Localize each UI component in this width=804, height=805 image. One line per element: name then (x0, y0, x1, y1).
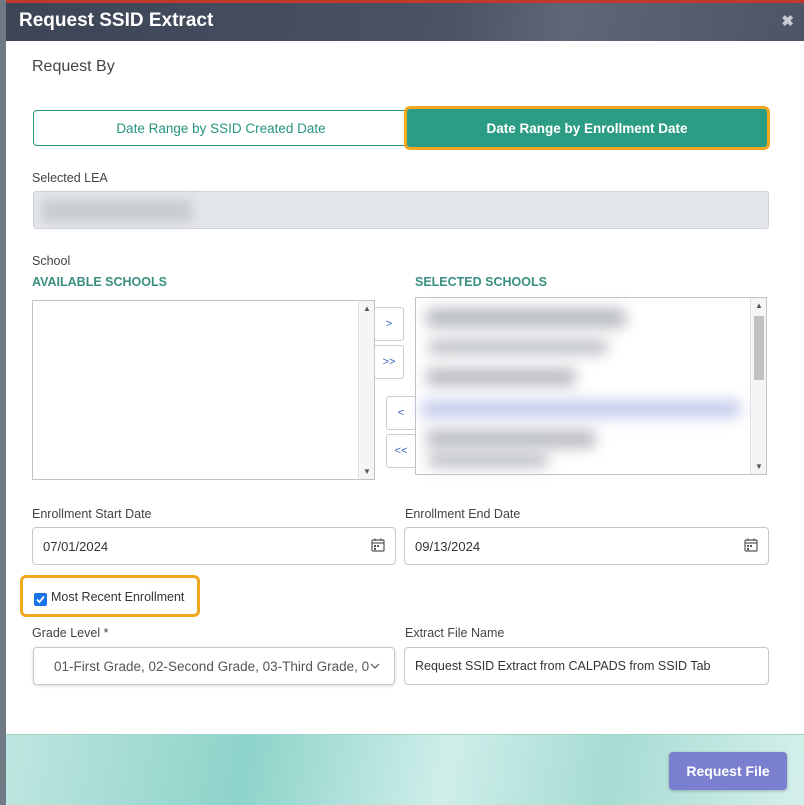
add-all-button[interactable]: >> (374, 345, 404, 379)
modal-footer: Request File (6, 734, 804, 805)
selected-schools-scrollbar[interactable]: ▲ ▼ (750, 298, 766, 474)
enrollment-start-date-input[interactable]: 07/01/2024 (32, 527, 396, 565)
lea-redacted-value (42, 200, 192, 222)
extract-file-name-input[interactable]: Request SSID Extract from CALPADS from S… (404, 647, 769, 685)
most-recent-enrollment-label[interactable]: Most Recent Enrollment (51, 590, 184, 604)
redacted-school-item-selected (421, 400, 741, 418)
enrollment-start-date-label: Enrollment Start Date (32, 507, 152, 521)
close-icon[interactable]: ✖ (781, 12, 794, 30)
calendar-icon[interactable] (744, 538, 758, 552)
most-recent-enrollment-checkbox[interactable] (34, 593, 47, 606)
remove-all-button[interactable]: << (386, 434, 416, 468)
modal-titlebar: Request SSID Extract ✖ (6, 0, 804, 41)
calendar-icon[interactable] (371, 538, 385, 552)
available-schools-heading: AVAILABLE SCHOOLS (32, 275, 167, 289)
request-ssid-extract-modal: Request SSID Extract ✖ Request By Date R… (6, 0, 804, 805)
most-recent-enrollment-highlight: Most Recent Enrollment (20, 575, 200, 617)
scroll-up-icon[interactable]: ▲ (755, 301, 763, 310)
chevron-down-icon (370, 663, 380, 669)
redacted-school-item (428, 453, 548, 467)
start-date-value: 07/01/2024 (43, 538, 109, 554)
selected-lea-field (33, 191, 769, 229)
scroll-down-icon[interactable]: ▼ (755, 462, 763, 471)
available-schools-scrollbar[interactable]: ▲ ▼ (358, 301, 374, 479)
tab-ssid-created-date[interactable]: Date Range by SSID Created Date (33, 110, 409, 146)
enrollment-end-date-label: Enrollment End Date (405, 507, 521, 521)
scroll-down-icon[interactable]: ▼ (363, 467, 371, 476)
available-schools-list[interactable]: ▲ ▼ (32, 300, 375, 480)
tab-enrollment-date[interactable]: Date Range by Enrollment Date (404, 106, 770, 150)
grade-level-label: Grade Level * (32, 626, 109, 640)
request-by-label: Request By (32, 58, 115, 75)
scrollbar-thumb[interactable] (754, 316, 764, 380)
redacted-school-item (426, 308, 626, 328)
grade-level-select[interactable]: 01-First Grade, 02-Second Grade, 03-Thir… (33, 647, 395, 685)
grade-level-value: 01-First Grade, 02-Second Grade, 03-Thir… (54, 659, 369, 674)
extract-file-name-label: Extract File Name (405, 626, 505, 640)
redacted-school-item (426, 368, 576, 386)
selected-lea-label: Selected LEA (32, 171, 108, 185)
selected-schools-list[interactable]: ▲ ▼ (415, 297, 767, 475)
selected-schools-heading: SELECTED SCHOOLS (415, 275, 547, 289)
request-file-button[interactable]: Request File (669, 752, 787, 790)
modal-title: Request SSID Extract (19, 10, 214, 31)
school-label: School (32, 254, 71, 268)
scroll-up-icon[interactable]: ▲ (363, 304, 371, 313)
add-one-button[interactable]: > (374, 307, 404, 341)
remove-one-button[interactable]: < (386, 396, 416, 430)
checkmark-icon (36, 595, 45, 604)
redacted-school-item (428, 340, 608, 354)
redacted-school-item (426, 430, 596, 448)
end-date-value: 09/13/2024 (415, 538, 481, 554)
enrollment-end-date-input[interactable]: 09/13/2024 (404, 527, 769, 565)
